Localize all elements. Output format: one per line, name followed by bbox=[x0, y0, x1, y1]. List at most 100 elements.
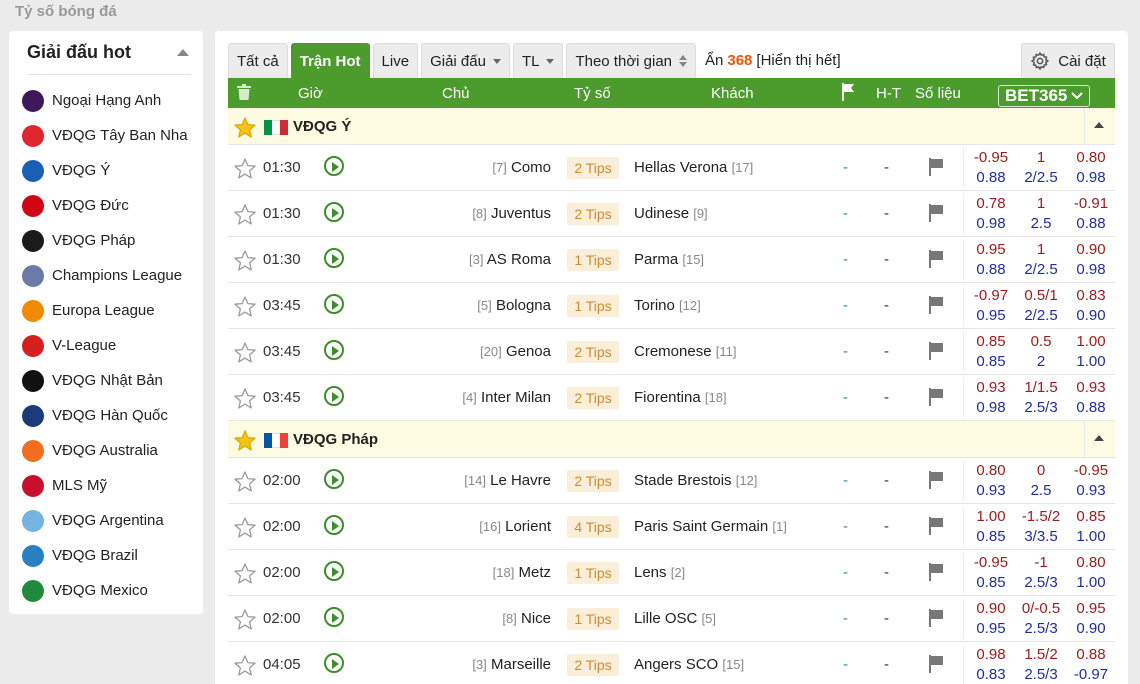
odds-column[interactable]: 0/-0.5 2.5/3 bbox=[1016, 599, 1066, 639]
play-video-icon[interactable] bbox=[324, 386, 344, 406]
play-video-icon[interactable] bbox=[324, 202, 344, 222]
sidebar-item-league[interactable]: VĐQG Hàn Quốc bbox=[9, 398, 203, 433]
sidebar-item-league[interactable]: VĐQG Mexico bbox=[9, 573, 203, 608]
home-team[interactable]: [3] Marseille bbox=[472, 656, 551, 673]
odds-column[interactable]: 0.90 0.95 bbox=[966, 599, 1016, 639]
match-row[interactable]: 03:45 [20] Genoa 2 Tips Cremonese [11] -… bbox=[228, 329, 1115, 375]
odds-column[interactable]: 0.95 0.90 bbox=[1066, 599, 1116, 639]
home-team[interactable]: [8] Juventus bbox=[472, 205, 551, 222]
away-team[interactable]: Hellas Verona [17] bbox=[634, 159, 753, 176]
collapse-caret-icon[interactable] bbox=[1094, 122, 1104, 128]
stats-flag-icon[interactable] bbox=[928, 655, 944, 677]
play-video-icon[interactable] bbox=[324, 607, 344, 627]
league-name[interactable]: VĐQG Pháp bbox=[293, 431, 378, 448]
home-team[interactable]: [4] Inter Milan bbox=[462, 389, 551, 406]
league-dropdown[interactable]: Giải đấu bbox=[421, 43, 510, 78]
stats-flag-icon[interactable] bbox=[928, 609, 944, 631]
match-row[interactable]: 01:30 [7] Como 2 Tips Hellas Verona [17]… bbox=[228, 145, 1115, 191]
show-all-link[interactable]: [Hiển thị hết] bbox=[756, 52, 840, 69]
play-video-icon[interactable] bbox=[324, 561, 344, 581]
sidebar-header[interactable]: Giải đấu hot bbox=[27, 31, 191, 75]
sidebar-item-league[interactable]: VĐQG Nhật Bản bbox=[9, 363, 203, 398]
sidebar-item-league[interactable]: VĐQG Đức bbox=[9, 188, 203, 223]
odds-column[interactable]: 0.93 0.98 bbox=[966, 378, 1016, 418]
tips-badge[interactable]: 2 Tips bbox=[567, 341, 619, 363]
home-team[interactable]: [8] Nice bbox=[502, 610, 551, 627]
home-team[interactable]: [14] Le Havre bbox=[464, 472, 551, 489]
match-row[interactable]: 01:30 [8] Juventus 2 Tips Udinese [9] - … bbox=[228, 191, 1115, 237]
home-team[interactable]: [16] Lorient bbox=[479, 518, 551, 535]
collapse-caret-icon[interactable] bbox=[177, 49, 189, 56]
favorite-star-icon[interactable] bbox=[233, 654, 257, 682]
odds-column[interactable]: -0.95 0.85 bbox=[966, 553, 1016, 593]
bookmaker-dropdown[interactable]: BET365 bbox=[998, 85, 1091, 107]
away-team[interactable]: Paris Saint Germain [1] bbox=[634, 518, 787, 535]
away-team[interactable]: Lens [2] bbox=[634, 564, 685, 581]
away-team[interactable]: Angers SCO [15] bbox=[634, 656, 744, 673]
favorite-star-icon[interactable] bbox=[233, 341, 257, 369]
collapse-caret-icon[interactable] bbox=[1094, 435, 1104, 441]
sidebar-item-league[interactable]: VĐQG Brazil bbox=[9, 538, 203, 573]
away-team[interactable]: Udinese [9] bbox=[634, 205, 708, 222]
odds-column[interactable]: -0.91 0.88 bbox=[1066, 194, 1116, 234]
away-team[interactable]: Fiorentina [18] bbox=[634, 389, 727, 406]
odds-column[interactable]: 0.85 0.85 bbox=[966, 332, 1016, 372]
match-row[interactable]: 02:00 [18] Metz 1 Tips Lens [2] - - -0.9… bbox=[228, 550, 1115, 596]
match-row[interactable]: 01:30 [3] AS Roma 1 Tips Parma [15] - - … bbox=[228, 237, 1115, 283]
tab-all[interactable]: Tất cả bbox=[228, 43, 288, 78]
tips-badge[interactable]: 4 Tips bbox=[567, 516, 619, 538]
trash-icon[interactable] bbox=[237, 84, 251, 104]
home-team[interactable]: [3] AS Roma bbox=[469, 251, 551, 268]
stats-flag-icon[interactable] bbox=[928, 158, 944, 180]
stats-flag-icon[interactable] bbox=[928, 342, 944, 364]
odds-column[interactable]: -0.95 0.88 bbox=[966, 148, 1016, 188]
home-team[interactable]: [20] Genoa bbox=[480, 343, 551, 360]
odds-column[interactable]: 0.90 0.98 bbox=[1066, 240, 1116, 280]
tips-badge[interactable]: 2 Tips bbox=[567, 470, 619, 492]
odds-column[interactable]: 1 2.5 bbox=[1016, 194, 1066, 234]
match-row[interactable]: 03:45 [5] Bologna 1 Tips Torino [12] - -… bbox=[228, 283, 1115, 329]
home-team[interactable]: [18] Metz bbox=[493, 564, 551, 581]
sidebar-item-league[interactable]: VĐQG Argentina bbox=[9, 503, 203, 538]
odds-column[interactable]: 0.5/1 2/2.5 bbox=[1016, 286, 1066, 326]
tips-badge[interactable]: 2 Tips bbox=[567, 157, 619, 179]
odds-column[interactable]: 0.93 0.88 bbox=[1066, 378, 1116, 418]
settings-button[interactable]: Cài đặt bbox=[1021, 43, 1115, 78]
stats-flag-icon[interactable] bbox=[928, 296, 944, 318]
tips-badge[interactable]: 2 Tips bbox=[567, 387, 619, 409]
stats-flag-icon[interactable] bbox=[928, 563, 944, 585]
sidebar-item-league[interactable]: Ngoại Hạng Anh bbox=[9, 83, 203, 118]
home-team[interactable]: [7] Como bbox=[492, 159, 551, 176]
home-team[interactable]: [5] Bologna bbox=[477, 297, 551, 314]
match-row[interactable]: 02:00 [14] Le Havre 2 Tips Stade Brestoi… bbox=[228, 458, 1115, 504]
stats-flag-icon[interactable] bbox=[928, 204, 944, 226]
odds-column[interactable]: -1.5/2 3/3.5 bbox=[1016, 507, 1066, 547]
match-row[interactable]: 02:00 [16] Lorient 4 Tips Paris Saint Ge… bbox=[228, 504, 1115, 550]
sidebar-item-league[interactable]: VĐQG Tây Ban Nha bbox=[9, 118, 203, 153]
tips-badge[interactable]: 2 Tips bbox=[567, 654, 619, 676]
odds-column[interactable]: 0.85 1.00 bbox=[1066, 507, 1116, 547]
away-team[interactable]: Torino [12] bbox=[634, 297, 701, 314]
stats-flag-icon[interactable] bbox=[928, 471, 944, 493]
match-row[interactable]: 02:00 [8] Nice 1 Tips Lille OSC [5] - - … bbox=[228, 596, 1115, 642]
tips-badge[interactable]: 2 Tips bbox=[567, 203, 619, 225]
sort-by-time[interactable]: Theo thời gian bbox=[566, 43, 697, 78]
favorite-star-icon[interactable] bbox=[233, 562, 257, 590]
odds-column[interactable]: 1/1.5 2.5/3 bbox=[1016, 378, 1066, 418]
stats-flag-icon[interactable] bbox=[928, 250, 944, 272]
play-video-icon[interactable] bbox=[324, 340, 344, 360]
odds-column[interactable]: 1 2/2.5 bbox=[1016, 148, 1066, 188]
tips-badge[interactable]: 1 Tips bbox=[567, 608, 619, 630]
odds-column[interactable]: 0.80 0.98 bbox=[1066, 148, 1116, 188]
favorite-star-icon[interactable] bbox=[233, 608, 257, 636]
away-team[interactable]: Lille OSC [5] bbox=[634, 610, 716, 627]
play-video-icon[interactable] bbox=[324, 156, 344, 176]
match-row[interactable]: 04:05 [3] Marseille 2 Tips Angers SCO [1… bbox=[228, 642, 1115, 684]
tips-badge[interactable]: 1 Tips bbox=[567, 562, 619, 584]
odds-column[interactable]: 0.5 2 bbox=[1016, 332, 1066, 372]
tl-dropdown[interactable]: TL bbox=[512, 43, 564, 78]
away-team[interactable]: Parma [15] bbox=[634, 251, 704, 268]
odds-column[interactable]: 0.88 -0.97 bbox=[1066, 645, 1116, 684]
odds-column[interactable]: 1 2/2.5 bbox=[1016, 240, 1066, 280]
away-team[interactable]: Stade Brestois [12] bbox=[634, 472, 757, 489]
